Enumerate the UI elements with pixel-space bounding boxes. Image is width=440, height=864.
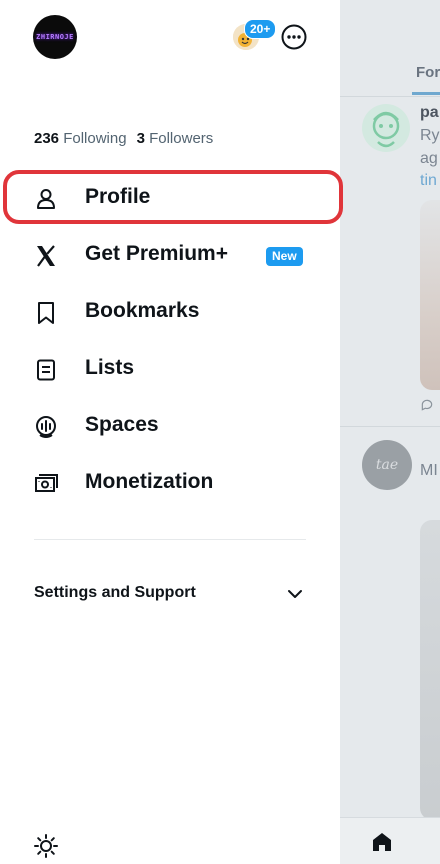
menu-item-lists[interactable]: Lists	[0, 341, 340, 397]
screen: For pa Ry ag tin tae MI ZHIRNOJE 20+ 236…	[0, 0, 440, 864]
new-badge: New	[266, 247, 303, 266]
menu-item-label: Lists	[85, 356, 135, 379]
tab-for-you[interactable]: For	[416, 64, 440, 81]
menu-item-profile[interactable]: Profile	[0, 170, 340, 226]
timeline-divider	[340, 96, 440, 97]
accounts-count-badge: 20+	[244, 19, 277, 39]
following-label: Following	[63, 130, 127, 147]
post-avatar[interactable]	[362, 104, 410, 152]
following-link[interactable]: 236 Following	[34, 130, 127, 147]
display-theme-icon[interactable]	[33, 833, 59, 859]
chevron-down-icon	[288, 590, 302, 598]
settings-label: Settings and Support	[34, 584, 196, 601]
account-avatar[interactable]: ZHIRNOJE	[33, 15, 77, 59]
post-text: Ry	[420, 127, 440, 144]
menu-item-premium[interactable]: Get Premium+ New	[0, 227, 340, 283]
spaces-icon	[36, 416, 56, 438]
avatar-logo-text: ZHIRNOJE	[36, 33, 74, 41]
x-logo-icon	[37, 245, 55, 267]
avatar-text: tae	[375, 457, 399, 473]
bookmark-icon	[38, 302, 54, 324]
post-media[interactable]	[420, 200, 440, 390]
followers-count: 3	[136, 130, 145, 147]
menu-item-spaces[interactable]: Spaces	[0, 398, 340, 454]
post-link[interactable]: tin	[420, 172, 437, 190]
menu-item-monetization[interactable]: Monetization	[0, 455, 340, 511]
followers-link[interactable]: 3 Followers	[137, 130, 214, 147]
tab-indicator	[412, 92, 440, 95]
cartoon-avatar-icon	[372, 111, 400, 148]
post-text: ag	[420, 150, 438, 167]
home-icon[interactable]	[370, 830, 394, 854]
post-avatar[interactable]: tae	[362, 440, 412, 490]
settings-and-support-toggle[interactable]: Settings and Support	[0, 572, 340, 614]
post-media[interactable]	[420, 520, 440, 820]
bottom-nav-bar	[340, 817, 440, 864]
person-icon	[37, 189, 55, 209]
monetization-icon	[35, 474, 58, 492]
list-icon	[37, 359, 55, 381]
reply-icon[interactable]	[420, 398, 434, 412]
menu-item-label: Bookmarks	[85, 299, 200, 322]
menu-divider	[34, 539, 306, 540]
more-options-icon[interactable]	[281, 24, 307, 50]
menu-item-label: Get Premium+	[85, 242, 228, 265]
post-author-name[interactable]: pa	[420, 104, 439, 122]
followers-label: Followers	[149, 130, 214, 147]
menu-item-bookmarks[interactable]: Bookmarks	[0, 284, 340, 340]
menu-item-label: Spaces	[85, 413, 159, 436]
post-text: MI	[420, 462, 438, 479]
menu-item-label: Monetization	[85, 470, 214, 493]
following-count: 236	[34, 130, 60, 147]
navigation-drawer: ZHIRNOJE 20+ 236 Following 3 Followers P…	[0, 0, 343, 864]
background-timeline[interactable]: For pa Ry ag tin tae MI	[340, 0, 440, 864]
timeline-divider	[340, 426, 440, 427]
menu-item-label: Profile	[85, 185, 151, 208]
follow-stats: 236 Following 3 Followers	[34, 130, 213, 147]
